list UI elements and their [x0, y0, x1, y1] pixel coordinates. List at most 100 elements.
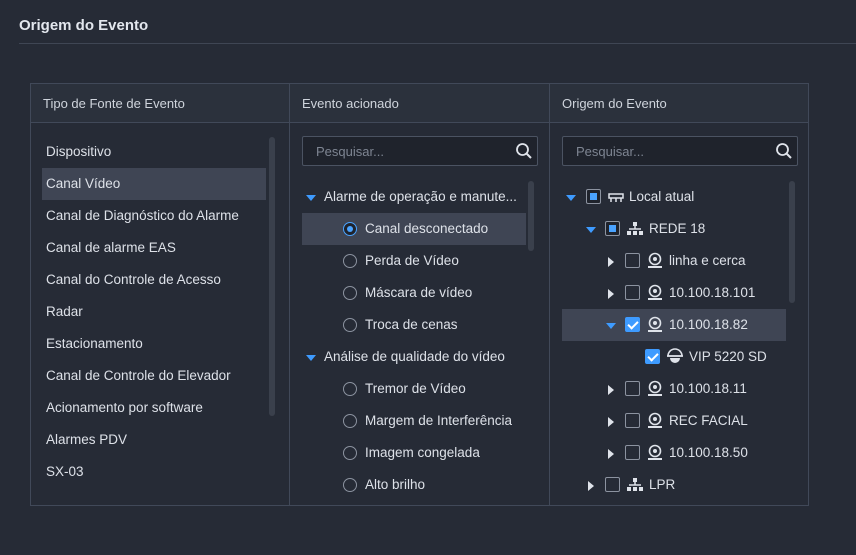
radio-selected[interactable] — [343, 222, 357, 236]
checkbox[interactable] — [625, 413, 640, 428]
tree-node-10-100-18-82[interactable]: 10.100.18.82 — [562, 309, 786, 341]
tree-node-label: Local atual — [629, 189, 695, 204]
source-item-dispositivo[interactable]: Dispositivo — [42, 136, 266, 168]
triggered-event-scrollbar[interactable] — [528, 181, 534, 251]
checkbox-partial[interactable] — [586, 189, 601, 204]
checkbox-checked[interactable] — [625, 317, 640, 332]
caret-right-icon[interactable] — [586, 481, 596, 491]
caret-down-icon[interactable] — [566, 193, 576, 203]
tree-node-vip-5220-sd[interactable]: VIP 5220 SD — [562, 341, 786, 373]
caret-right-icon[interactable] — [606, 385, 616, 395]
source-item-estacionamento[interactable]: Estacionamento — [42, 328, 266, 360]
tree-node-rede-18[interactable]: REDE 18 — [562, 213, 786, 245]
triggered-event-body: Alarme de operação e manute... Canal des… — [290, 123, 549, 505]
source-item-sx03[interactable]: SX-03 — [42, 456, 266, 488]
checkbox[interactable] — [625, 381, 640, 396]
tree-node-label: VIP 5220 SD — [689, 349, 767, 364]
tree-node-rec-facial[interactable]: REC FACIAL — [562, 405, 786, 437]
radio[interactable] — [343, 478, 357, 492]
tree-node-lpr[interactable]: LPR — [562, 469, 786, 501]
caret-down-icon[interactable] — [306, 353, 316, 363]
source-type-list[interactable]: Dispositivo Canal Vídeo Canal de Diagnós… — [31, 123, 289, 505]
event-group-operacao[interactable]: Alarme de operação e manute... — [302, 181, 528, 213]
event-search-input[interactable] — [303, 137, 503, 165]
event-item-label: Perda de Vídeo — [365, 253, 459, 268]
checkbox[interactable] — [625, 285, 640, 300]
camera-device-icon — [648, 252, 662, 268]
camera-device-icon — [648, 412, 662, 428]
source-type-header: Tipo de Fonte de Evento — [31, 84, 289, 123]
checkbox-partial[interactable] — [605, 221, 620, 236]
checkbox[interactable] — [605, 477, 620, 492]
page-header: Origem do Evento — [0, 0, 856, 44]
triggered-event-header: Evento acionado — [290, 84, 549, 123]
caret-down-icon[interactable] — [306, 193, 316, 203]
source-item-controle-acesso[interactable]: Canal do Controle de Acesso — [42, 264, 266, 296]
source-item-canal-video[interactable]: Canal Vídeo — [42, 168, 266, 200]
event-origin-body: Local atual REDE 18 — [550, 123, 808, 505]
tree-node-10-100-18-101[interactable]: 10.100.18.101 — [562, 277, 786, 309]
source-item-canal-eas[interactable]: Canal de alarme EAS — [42, 232, 266, 264]
tree-node-label: 10.100.18.50 — [669, 445, 748, 460]
source-item-software[interactable]: Acionamento por software — [42, 392, 266, 424]
tree-node-label: LPR — [649, 477, 676, 492]
radio[interactable] — [343, 382, 357, 396]
origin-search-input[interactable] — [563, 137, 763, 165]
radio[interactable] — [343, 414, 357, 428]
source-item-pdv[interactable]: Alarmes PDV — [42, 424, 266, 456]
event-item-label: Troca de cenas — [365, 317, 458, 332]
tree-node-10-100-18-11[interactable]: 10.100.18.11 — [562, 373, 786, 405]
camera-device-icon — [648, 380, 662, 396]
caret-down-icon[interactable] — [586, 225, 596, 235]
checkbox[interactable] — [625, 253, 640, 268]
event-item-canal-desconectado[interactable]: Canal desconectado — [302, 213, 526, 245]
source-item-canal-diagnostico[interactable]: Canal de Diagnóstico do Alarme — [42, 200, 266, 232]
tree-node-label: REDE 18 — [649, 221, 706, 236]
radio[interactable] — [343, 318, 357, 332]
camera-device-icon — [648, 444, 662, 460]
source-item-elevador[interactable]: Canal de Controle do Elevador — [42, 360, 266, 392]
radio[interactable] — [343, 446, 357, 460]
radio[interactable] — [343, 286, 357, 300]
tree-node-label: REC FACIAL — [669, 413, 748, 428]
triggered-event-column: Evento acionado Alarme de operação e man… — [290, 84, 550, 505]
event-origin-column: Origem do Evento Local atual — [550, 84, 808, 505]
event-item-tremor-video[interactable]: Tremor de Vídeo — [302, 373, 526, 405]
tree-node-label: 10.100.18.11 — [669, 381, 747, 396]
checkbox-checked[interactable] — [645, 349, 660, 364]
event-origin-scrollbar[interactable] — [789, 181, 795, 303]
caret-right-icon[interactable] — [606, 417, 616, 427]
caret-right-icon[interactable] — [606, 289, 616, 299]
network-org-icon — [627, 222, 643, 235]
tree-node-local-atual[interactable]: Local atual — [562, 181, 786, 213]
search-icon[interactable] — [775, 142, 793, 160]
event-group-qualidade[interactable]: Análise de qualidade do vídeo — [302, 341, 528, 373]
source-item-radar[interactable]: Radar — [42, 296, 266, 328]
origin-search-box — [562, 136, 798, 166]
event-origin-header: Origem do Evento — [550, 84, 808, 123]
search-icon[interactable] — [515, 142, 533, 160]
checkbox[interactable] — [625, 445, 640, 460]
event-search-box — [302, 136, 538, 166]
caret-right-icon[interactable] — [606, 449, 616, 459]
event-item-label: Alto brilho — [365, 477, 426, 492]
event-item-label: Tremor de Vídeo — [365, 381, 466, 396]
source-type-scrollbar[interactable] — [269, 137, 275, 416]
event-item-alto-brilho[interactable]: Alto brilho — [302, 469, 526, 501]
tree-node-linha-e-cerca[interactable]: linha e cerca — [562, 245, 786, 277]
caret-right-icon[interactable] — [606, 257, 616, 267]
event-item-mascara-video[interactable]: Máscara de vídeo — [302, 277, 526, 309]
event-group-label: Análise de qualidade do vídeo — [324, 349, 505, 364]
event-group-label: Alarme de operação e manute... — [324, 189, 517, 204]
source-type-column: Tipo de Fonte de Evento Dispositivo Cana… — [31, 84, 290, 505]
event-item-margem-interferencia[interactable]: Margem de Interferência — [302, 405, 526, 437]
radio[interactable] — [343, 254, 357, 268]
page-title: Origem do Evento — [19, 17, 149, 34]
caret-down-icon[interactable] — [606, 321, 616, 331]
event-item-troca-cenas[interactable]: Troca de cenas — [302, 309, 526, 341]
camera-device-icon — [648, 316, 662, 332]
event-item-perda-video[interactable]: Perda de Vídeo — [302, 245, 526, 277]
event-item-label: Máscara de vídeo — [365, 285, 473, 300]
event-item-imagem-congelada[interactable]: Imagem congelada — [302, 437, 526, 469]
tree-node-10-100-18-50[interactable]: 10.100.18.50 — [562, 437, 786, 469]
